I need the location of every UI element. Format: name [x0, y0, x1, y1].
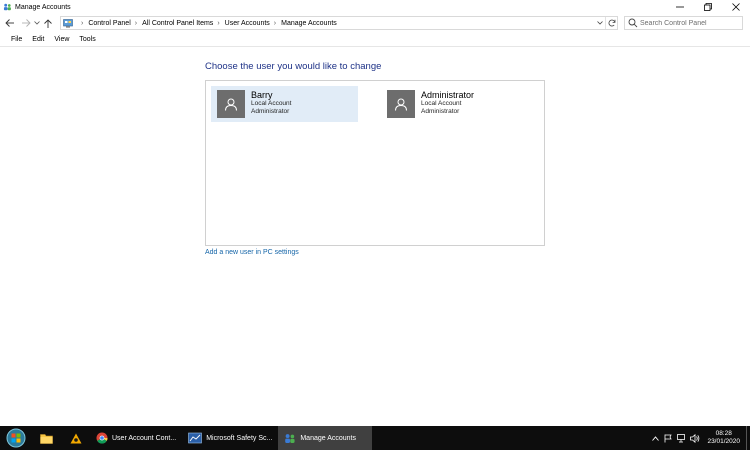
account-tile-barry[interactable]: Barry Local Account Administrator — [211, 86, 358, 122]
user-icon — [225, 98, 237, 111]
window-title: Manage Accounts — [15, 3, 71, 11]
breadcrumb: › Control Panel › All Control Panel Item… — [77, 20, 337, 27]
pinned-app-button[interactable] — [61, 426, 90, 450]
safety-scanner-icon — [188, 432, 203, 444]
chrome-icon — [96, 432, 108, 444]
address-bar[interactable]: › Control Panel › All Control Panel Item… — [60, 16, 618, 30]
window: Manage Accounts › Control Panel › All Co… — [0, 0, 750, 450]
clock-date: 23/01/2020 — [707, 438, 740, 445]
chevron-up-icon — [652, 435, 660, 441]
accounts-list: Barry Local Account Administrator Admini… — [205, 80, 545, 246]
show-desktop-button[interactable] — [746, 426, 750, 450]
volume-button[interactable] — [688, 426, 701, 450]
menu-tools[interactable]: Tools — [74, 36, 100, 43]
account-name: Administrator — [421, 90, 475, 100]
breadcrumb-all-items[interactable]: All Control Panel Items — [142, 20, 213, 27]
task-label: Manage Accounts — [300, 434, 356, 442]
account-type: Local Account — [421, 100, 462, 107]
breadcrumb-control-panel[interactable]: Control Panel — [88, 20, 130, 27]
breadcrumb-manage-accounts[interactable]: Manage Accounts — [281, 20, 337, 27]
control-panel-icon — [63, 18, 73, 28]
page-heading: Choose the user you would like to change — [205, 61, 382, 72]
breadcrumb-separator-icon[interactable]: › — [135, 20, 137, 27]
up-arrow-icon — [43, 18, 52, 28]
refresh-button[interactable] — [605, 17, 617, 29]
close-button[interactable] — [722, 0, 750, 14]
breadcrumb-separator-icon[interactable]: › — [217, 20, 219, 27]
account-role: Administrator — [421, 108, 460, 115]
chevron-down-icon — [597, 21, 603, 25]
account-tile-administrator[interactable]: Administrator Local Account Administrato… — [381, 86, 541, 122]
avatar — [217, 90, 245, 118]
taskbar-task-manage-accounts[interactable]: Manage Accounts — [278, 426, 373, 450]
user-accounts-icon — [3, 3, 11, 11]
menu-file[interactable]: File — [0, 36, 27, 43]
back-button[interactable] — [3, 15, 16, 31]
breadcrumb-separator-icon: › — [81, 19, 84, 27]
address-history-button[interactable] — [595, 17, 605, 29]
refresh-icon — [608, 19, 615, 27]
network-icon — [677, 433, 685, 442]
search-box[interactable] — [624, 16, 743, 30]
app-triangle-icon — [70, 433, 81, 443]
system-tray: 08:28 23/01/2020 — [649, 426, 750, 450]
user-icon — [395, 98, 407, 111]
action-center-flag-button[interactable] — [662, 426, 675, 450]
menu-edit[interactable]: Edit — [27, 36, 49, 43]
restore-button[interactable] — [694, 0, 722, 14]
account-name: Barry — [251, 90, 273, 100]
show-hidden-icons-button[interactable] — [649, 426, 662, 450]
user-accounts-icon — [285, 433, 295, 443]
back-arrow-icon — [5, 19, 14, 27]
folder-icon — [40, 433, 53, 444]
forward-button[interactable] — [20, 15, 33, 31]
clock[interactable]: 08:28 23/01/2020 — [707, 430, 740, 446]
add-new-user-link[interactable]: Add a new user in PC settings — [205, 249, 299, 256]
search-input[interactable] — [640, 17, 740, 29]
chevron-down-icon — [34, 21, 40, 25]
windows-start-icon — [6, 428, 26, 448]
task-label: User Account Cont... — [112, 434, 177, 442]
taskbar-task-user-account-control[interactable]: User Account Cont... — [90, 426, 182, 450]
navigation-bar: › Control Panel › All Control Panel Item… — [0, 14, 750, 32]
forward-arrow-icon — [22, 19, 31, 27]
minimize-button[interactable] — [666, 0, 694, 14]
search-icon — [628, 18, 638, 28]
breadcrumb-separator-icon[interactable]: › — [274, 20, 276, 27]
breadcrumb-user-accounts[interactable]: User Accounts — [225, 20, 270, 27]
start-button[interactable] — [0, 426, 32, 450]
restore-icon — [704, 3, 712, 11]
flag-icon — [665, 434, 673, 442]
clock-time: 08:28 — [715, 430, 732, 437]
network-button[interactable] — [675, 426, 688, 450]
taskbar: User Account Cont... Microsoft Safety Sc… — [0, 426, 750, 450]
task-label: Microsoft Safety Sc... — [206, 434, 273, 442]
recent-locations-button[interactable] — [33, 15, 41, 31]
file-explorer-button[interactable] — [32, 426, 61, 450]
title-bar: Manage Accounts — [0, 0, 750, 14]
account-role: Administrator — [251, 108, 290, 115]
menu-bar: File Edit View Tools — [0, 33, 750, 47]
account-type: Local Account — [251, 100, 292, 107]
avatar — [387, 90, 415, 118]
close-icon — [732, 3, 740, 11]
menu-view[interactable]: View — [49, 36, 74, 43]
taskbar-task-safety-scanner[interactable]: Microsoft Safety Sc... — [182, 426, 278, 450]
speaker-icon — [690, 433, 700, 443]
up-button[interactable] — [41, 15, 54, 31]
minimize-icon — [676, 6, 684, 8]
